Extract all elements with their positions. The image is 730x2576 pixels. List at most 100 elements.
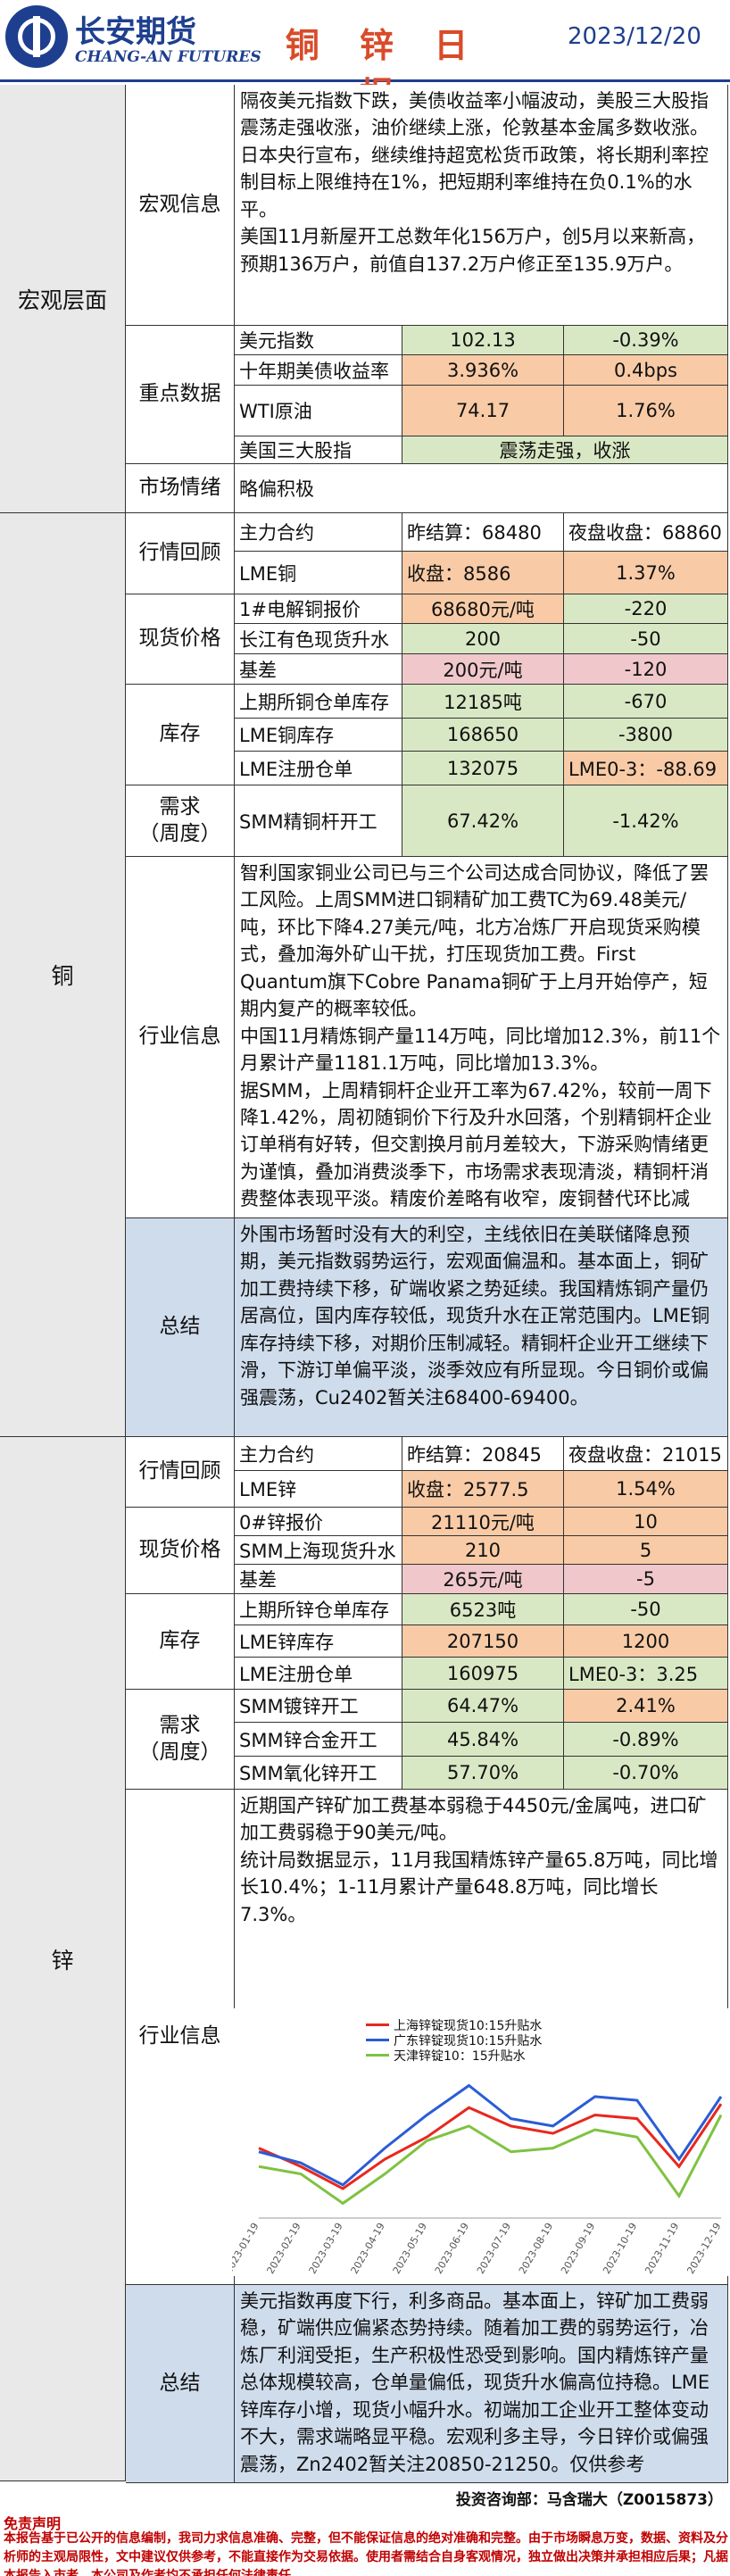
key-data-change: 0.4bps	[564, 355, 728, 386]
copper-stock-name: LME注册仓单	[235, 752, 402, 785]
lme-zinc-close: 收盘：2577.5	[402, 1471, 564, 1508]
zinc-spot-name: SMM上海现货升水	[235, 1536, 402, 1565]
chart-plot: 2023-01-19 2023-02-19 2023-03-19 2023-04-19…	[232, 2083, 724, 2276]
x-tick-label: 2023-06-19	[433, 2221, 471, 2276]
zinc-spot-change: 5	[564, 1536, 728, 1565]
copper-spot-name: 长江有色现货升水	[235, 624, 402, 654]
x-tick-label: 2023-04-19	[349, 2221, 387, 2276]
zinc-summary-label: 总结	[126, 2285, 235, 2483]
copper-demand-change: -1.42%	[564, 785, 728, 857]
zinc-demand-label: 需求 （周度）	[126, 1690, 235, 1790]
zinc-industry-para-2: 统计局数据显示，11月我国精炼锌产量65.8万吨，同比增长10.4%；1-11月…	[240, 1849, 718, 1925]
zinc-demand-name: SMM锌合金开工	[235, 1723, 402, 1757]
x-tick-label: 2023-05-19	[391, 2221, 429, 2276]
key-data-value: 3.936%	[402, 355, 564, 386]
copper-stock-label: 库存	[126, 685, 235, 785]
zinc-spot-value: 21110元/吨	[402, 1508, 564, 1536]
copper-spot-value: 200	[402, 624, 564, 654]
report-date: 2023/12/20	[568, 23, 701, 50]
key-data-value: 74.17	[402, 386, 564, 436]
copper-spot-label: 现货价格	[126, 594, 235, 685]
company-name-en: CHANG-AN FUTURES	[75, 48, 261, 66]
x-tick-label: 2023-11-19	[643, 2221, 681, 2276]
copper-spot-name: 1#电解铜报价	[235, 594, 402, 624]
zinc-spot-change: 10	[564, 1508, 728, 1536]
key-data-value: 102.13	[402, 326, 564, 355]
copper-stock-name: LME铜库存	[235, 719, 402, 752]
key-data-name: 美元指数	[235, 326, 402, 355]
copper-industry-text: 智利国家铜业公司已与三个公司达成合同协议，降低了罢工风险。上周SMM进口铜精矿加…	[235, 857, 728, 1218]
copper-demand-value: 67.42%	[402, 785, 564, 857]
x-tick-label: 2023-03-19	[307, 2221, 345, 2276]
company-name-cn: 长安期货	[75, 14, 196, 50]
zinc-stock-name: LME注册仓单	[235, 1658, 402, 1690]
zinc-contract-label: 主力合约	[235, 1437, 402, 1471]
zinc-stock-change: -50	[564, 1594, 728, 1625]
x-tick-label: 2023-02-19	[264, 2221, 303, 2276]
report-header: 长安期货 CHANG-AN FUTURES 铜 锌 日 报 2023/12/20	[0, 0, 730, 114]
analyst-credit: 投资咨询部：马含瑞大（Z0015873）	[455, 2491, 723, 2509]
zinc-demand-value: 64.47%	[402, 1690, 564, 1723]
zinc-stock-value: 160975	[402, 1658, 564, 1690]
zinc-spot-change: -5	[564, 1565, 728, 1594]
copper-demand-name: SMM精铜杆开工	[235, 785, 402, 857]
zinc-section-label: 锌	[0, 1437, 126, 2481]
x-tick-label: 2023-07-19	[475, 2221, 513, 2276]
zinc-demand-value: 45.84%	[402, 1723, 564, 1757]
copper-spot-value: 200元/吨	[402, 654, 564, 685]
zinc-premium-chart: 上海锌锭现货10:15升贴水 广东锌锭现货10:15升贴水 天津锌锭10：15升…	[232, 2008, 728, 2276]
copper-prev-settle: 昨结算：68480	[402, 513, 564, 552]
copper-summary-text: 外围市场暂时没有大的利空，主线依旧在美联储降息预期，美元指数弱势运行，宏观面偏温…	[235, 1218, 728, 1437]
zinc-summary-text: 美元指数再度下行，利多商品。基本面上，锌矿加工费弱稳，矿端供应偏紧态势持续。随着…	[235, 2285, 728, 2483]
copper-night-close: 夜盘收盘：68860	[564, 513, 728, 552]
macro-info-para-1: 隔夜美元指数下跌，美债收益率小幅波动，美股三大股指震荡走强收涨，油价继续上涨，伦…	[240, 90, 709, 139]
key-data-name: 十年期美债收益率	[235, 355, 402, 386]
macro-info-text: 隔夜美元指数下跌，美债收益率小幅波动，美股三大股指震荡走强收涨，油价继续上涨，伦…	[235, 85, 728, 326]
daily-report-page: 长安期货 CHANG-AN FUTURES 铜 锌 日 报 2023/12/20…	[0, 0, 730, 2576]
zinc-industry-para-1: 近期国产锌矿加工费基本弱稳于4450元/金属吨，进口矿加工费弱稳于90美元/吨。	[240, 1795, 707, 1844]
key-data-change: 1.76%	[564, 386, 728, 436]
copper-spot-change: -50	[564, 624, 728, 654]
zinc-stock-label: 库存	[126, 1594, 235, 1690]
x-tick-label: 2023-01-19	[232, 2221, 261, 2276]
lme-copper-change: 1.37%	[564, 552, 728, 594]
key-data-name: 美国三大股指	[235, 436, 402, 464]
series-line-3	[258, 2114, 723, 2206]
x-tick-label: 2023-10-19	[601, 2221, 639, 2276]
x-tick-label: 2023-12-19	[684, 2221, 723, 2276]
zinc-spot-name: 0#锌报价	[235, 1508, 402, 1536]
copper-contract-label: 主力合约	[235, 513, 402, 552]
zinc-demand-change: 2.41%	[564, 1690, 728, 1723]
stock-index-trend: 震荡走强，收涨	[402, 436, 728, 464]
sentiment-label: 市场情绪	[126, 464, 235, 513]
copper-industry-para-1: 智利国家铜业公司已与三个公司达成合同协议，降低了罢工风险。上周SMM进口铜精矿加…	[240, 862, 709, 1020]
lme-zinc-spread: LME0-3：3.25	[564, 1658, 728, 1690]
lme-zinc-label: LME锌	[235, 1471, 402, 1508]
lme-copper-close: 收盘：8586	[402, 552, 564, 594]
x-tick-label: 2023-08-19	[517, 2221, 555, 2276]
macro-info-para-2: 日本央行宣布，继续维持超宽松货币政策，将长期利率控制目标上限维持在1%，把短期利…	[240, 144, 709, 220]
zinc-spot-name: 基差	[235, 1565, 402, 1594]
sentiment-value: 略偏积极	[235, 464, 728, 513]
copper-spot-change: -120	[564, 654, 728, 685]
copper-summary-label: 总结	[126, 1218, 235, 1437]
copper-spot-value: 68680元/吨	[402, 594, 564, 624]
zinc-demand-change: -0.89%	[564, 1723, 728, 1757]
copper-industry-para-3: 据SMM，上周精铜杆企业开工率为67.42%，较前一周下降1.42%，周初随铜价…	[240, 1079, 712, 1218]
copper-stock-change: -670	[564, 685, 728, 719]
zinc-demand-change: -0.70%	[564, 1757, 728, 1790]
copper-demand-label: 需求 （周度）	[126, 785, 235, 857]
copper-review-label: 行情回顾	[126, 513, 235, 594]
zinc-stock-value: 207150	[402, 1625, 564, 1658]
copper-spot-name: 基差	[235, 654, 402, 685]
copper-stock-value: 132075	[402, 752, 564, 785]
zinc-industry-label: 行业信息	[126, 1790, 235, 2285]
copper-stock-value: 168650	[402, 719, 564, 752]
key-data-label: 重点数据	[126, 326, 235, 464]
zinc-demand-name: SMM镀锌开工	[235, 1690, 402, 1723]
zinc-review-label: 行情回顾	[126, 1437, 235, 1508]
copper-industry-para-2: 中国11月精炼铜产量114万吨，同比增加12.3%，前11个月累计产量1181.…	[240, 1025, 721, 1075]
lme-zinc-change: 1.54%	[564, 1471, 728, 1508]
copper-stock-name: 上期所铜仓单库存	[235, 685, 402, 719]
copper-stock-value: 12185吨	[402, 685, 564, 719]
